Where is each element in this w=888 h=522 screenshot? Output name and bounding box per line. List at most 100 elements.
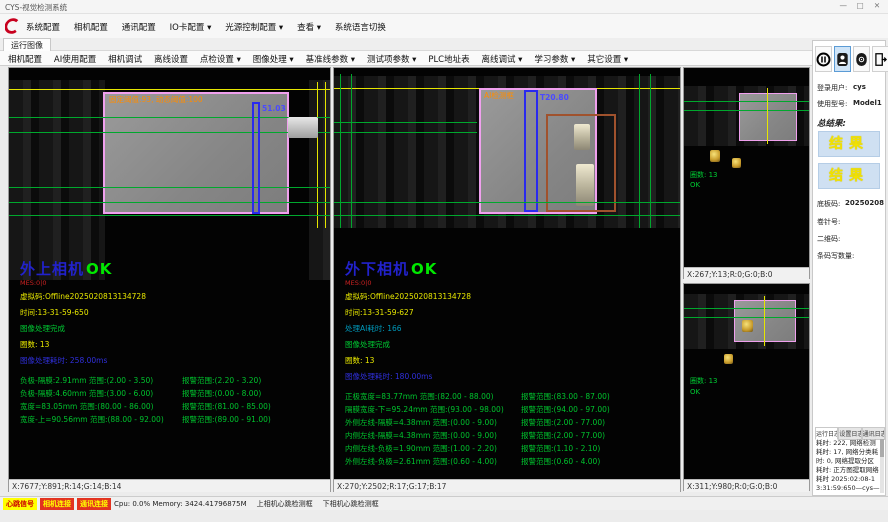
result-block-left: 外上相机OK MES:0|0 虚拟码:Offline20250208131347… [20, 258, 328, 427]
user-icon [836, 52, 849, 67]
toolbar-item-camera-config[interactable]: 相机配置 [8, 53, 42, 65]
settings-button[interactable] [853, 46, 870, 72]
maximize-button[interactable]: □ [853, 1, 867, 10]
metal-part [574, 124, 590, 150]
tab-run-image[interactable]: 运行图像 [3, 38, 51, 51]
bright-feature [742, 320, 753, 332]
measurement-value: 隔膜宽度-下=95.24mm 范围:(93.00 - 98.00) [345, 405, 504, 414]
measure-roi-label: T20.80 [540, 93, 569, 102]
pause-button[interactable] [815, 46, 832, 72]
process-done-line: 图像处理完成 [20, 323, 328, 334]
overlay-line [639, 74, 640, 228]
camera-view-right: AI检测框 T20.80 外下相机OK MES:0|0 虚拟码:Offline2… [333, 67, 681, 492]
alarm-range: 报警范围:(89.00 - 91.00) [182, 414, 271, 425]
camera-view-small-bottom: 圈数: 13 OK X:311;Y:980;R:0;G:0;B:0 [683, 283, 810, 491]
measurement-value: 宽度-上=90.56mm 范围:(88.00 - 92.00) [20, 415, 164, 424]
overlay-line [9, 215, 330, 216]
toolbar-item-other-settings[interactable]: 其它设置 ▾ [587, 53, 628, 65]
menu-item-view[interactable]: 查看 ▾ [297, 21, 321, 33]
coord-status-small-bottom: X:311;Y:980;R:0;G:0;B:0 [684, 479, 809, 492]
model-label: 使用型号: [817, 99, 847, 109]
measure-roi-rect [252, 102, 260, 214]
measurement-value: 负极-隔膜:4.60mm 范围:(3.00 - 6.00) [20, 389, 153, 398]
camera-view-small-top: 圈数: 13 OK X:267;Y:13;R:0;G:0;B:0 [683, 67, 810, 279]
overlay-line [334, 202, 680, 203]
overlay-line [9, 117, 330, 118]
log-scrollbar[interactable] [880, 439, 884, 493]
bright-feature [724, 354, 733, 364]
camera-canvas-right[interactable]: AI检测框 T20.80 外下相机OK MES:0|0 虚拟码:Offline2… [334, 68, 680, 479]
toolbar-item-spot-check[interactable]: 点检设置 ▾ [200, 53, 241, 65]
measurement-row: 负极-隔膜:2.91mm 范围:(2.00 - 3.50)报警范围:(2.20 … [20, 375, 328, 388]
menubar: 系统配置 相机配置 通讯配置 IO卡配置 ▾ 光源控制配置 ▾ 查看 ▾ 系统语… [0, 14, 888, 38]
alarm-range: 报警范围:(2.00 - 77.00) [521, 430, 605, 441]
cpu-memory-status: Cpu: 0.0% Memory: 3424.41796875M [114, 500, 247, 508]
exit-button[interactable] [872, 46, 888, 72]
heartbeat-signal-badge: 心跳信号 [3, 498, 37, 510]
measurement-row: 内侧左线-负极=1.90mm 范围:(1.00 - 2.20)报警范围:(1.1… [345, 443, 677, 456]
toolbar-item-image-process[interactable]: 图像处理 ▾ [253, 53, 294, 65]
measurement-row: 宽度-上=90.56mm 范围:(88.00 - 92.00) 报警范围:(89.… [20, 414, 328, 427]
overlay-line [334, 122, 477, 123]
mini-result-label: 圈数: 13 [690, 376, 718, 386]
connector-part [288, 117, 318, 138]
measurement-row: 外侧左线-隔膜=4.38mm 范围:(0.00 - 9.00)报警范围:(2.0… [345, 417, 677, 430]
alarm-range: 报警范围:(83.00 - 87.00) [521, 391, 610, 402]
tab-strip: 运行图像 [0, 38, 888, 51]
measurement-value: 正极宽度=83.77mm 范围:(82.00 - 88.00) [345, 392, 494, 401]
upper-camera-heartbeat: 上相机心跳检测框 [257, 499, 313, 509]
result-ok-badge: OK [86, 260, 112, 278]
camera-canvas-small-top[interactable]: 圈数: 13 OK [684, 68, 809, 267]
app-window: CYS-视觉检测系统 — □ ✕ 系统配置 相机配置 通讯配置 IO卡配置 ▾ … [0, 0, 888, 522]
measurement-table: 负极-隔膜:2.91mm 范围:(2.00 - 3.50)报警范围:(2.20 … [20, 375, 328, 427]
board-code-label: 底板码: [817, 199, 840, 209]
camera-canvas-left[interactable]: 固定阈值:93, 动态阈值:100 51.03 外上相机OK MES:0|0 虚… [9, 68, 330, 479]
status-bar: 心跳信号 相机连接 通讯连接 Cpu: 0.0% Memory: 3424.41… [0, 496, 888, 510]
toolbar-item-ai-use-config[interactable]: AI使用配置 [54, 53, 96, 65]
toolbar-item-plc-address[interactable]: PLC地址表 [428, 53, 469, 65]
camera-view-left: 固定阈值:93, 动态阈值:100 51.03 外上相机OK MES:0|0 虚… [8, 67, 331, 492]
toolbar-item-test-params[interactable]: 测试项参数 ▾ [367, 53, 416, 65]
overlay-line [9, 202, 330, 203]
measurement-row: 负极-隔膜:4.60mm 范围:(3.00 - 6.00)报警范围:(0.00 … [20, 388, 328, 401]
close-button[interactable]: ✕ [870, 1, 884, 10]
menu-item-language-switch[interactable]: 系统语言切换 [335, 21, 386, 33]
overlay-line [340, 74, 341, 228]
mes-status: MES:0|0 [345, 279, 677, 287]
menu-item-camera-config[interactable]: 相机配置 [74, 21, 108, 33]
menu-item-io-config[interactable]: IO卡配置 ▾ [170, 21, 212, 33]
ai-elapsed-line: 处理AI耗时: 166 [345, 323, 677, 334]
overlay-line [9, 89, 330, 90]
metal-part [576, 164, 594, 206]
measurement-value: 外侧左线-负极=2.61mm 范围:(0.60 - 4.00) [345, 457, 497, 466]
toolbar-item-offline-setting[interactable]: 离线设置 [154, 53, 188, 65]
elapsed-line: 图像处理耗时: 258.00ms [20, 355, 328, 366]
titlebar: CYS-视觉检测系统 — □ ✕ [0, 0, 888, 14]
comm-connection-badge: 通讯连接 [77, 498, 111, 510]
app-logo-icon [5, 17, 21, 35]
alarm-range: 报警范围:(0.60 - 4.00) [521, 456, 600, 467]
user-login-button[interactable] [834, 46, 851, 72]
toolbar-item-camera-debug[interactable]: 相机调试 [108, 53, 142, 65]
overlay-line [317, 82, 318, 228]
menu-item-comm-config[interactable]: 通讯配置 [122, 21, 156, 33]
overlay-line [767, 88, 768, 144]
mini-result-label: OK [690, 181, 700, 189]
overlay-line [325, 82, 326, 228]
toolbar-item-learn-params[interactable]: 学习参数 ▾ [534, 53, 575, 65]
camera-result-title: 外下相机OK [345, 258, 677, 279]
menu-item-light-config[interactable]: 光源控制配置 ▾ [225, 21, 283, 33]
menu-item-system-config[interactable]: 系统配置 [26, 21, 60, 33]
measurement-value: 内侧左线-负极=1.90mm 范围:(1.00 - 2.20) [345, 444, 497, 453]
camera-canvas-small-bottom[interactable]: 圈数: 13 OK [684, 284, 809, 479]
overlay-line [684, 317, 809, 318]
result-ok-badge: OK [411, 260, 437, 278]
measurement-value: 负极-隔膜:2.91mm 范围:(2.00 - 3.50) [20, 376, 153, 385]
toolbar-item-offline-debug[interactable]: 离线调试 ▾ [481, 53, 522, 65]
minimize-button[interactable]: — [836, 1, 850, 10]
measurement-table: 正极宽度=83.77mm 范围:(82.00 - 88.00) 报警范围:(83.… [345, 391, 677, 469]
control-button-row [815, 43, 888, 75]
pause-icon [816, 52, 831, 67]
bright-feature [732, 158, 741, 168]
toolbar-item-baseline-params[interactable]: 基准线参数 ▾ [306, 53, 355, 65]
